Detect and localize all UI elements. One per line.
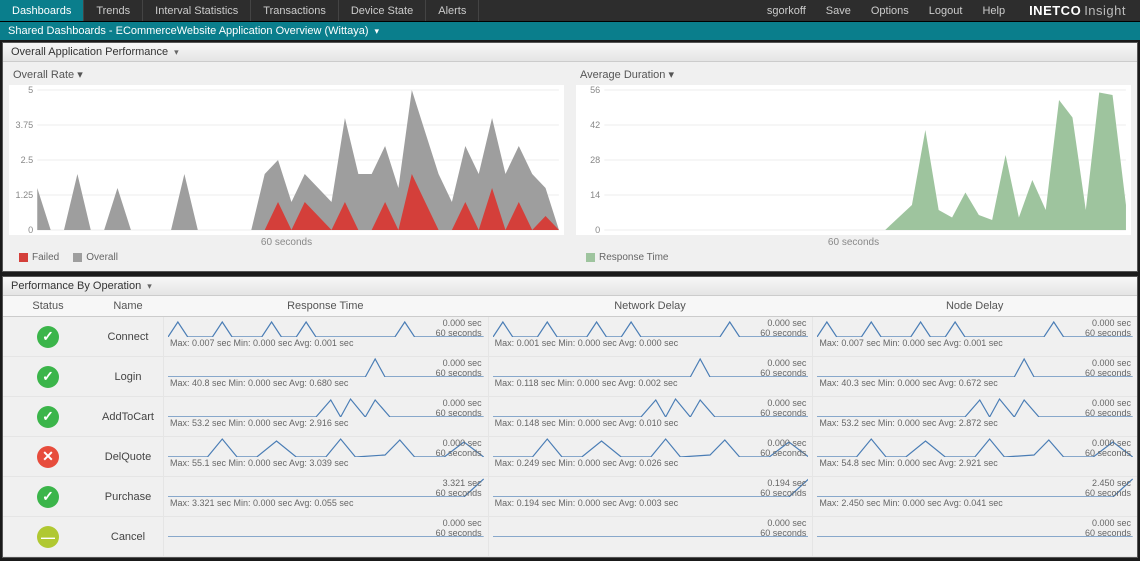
status-badge: ✕	[37, 446, 59, 468]
top-panel-title: Overall Application Performance	[11, 46, 168, 58]
bottom-panel-title: Performance By Operation	[11, 280, 141, 292]
status-badge: ✓	[37, 406, 59, 428]
legend-item: Failed	[19, 252, 59, 263]
operation-name: Login	[93, 357, 163, 396]
table-row: ✕ DelQuote0.000 sec60 secondsMax: 55.1 se…	[3, 437, 1137, 477]
breadcrumb: Shared Dashboards - ECommerceWebsite App…	[8, 25, 369, 37]
col-header-name: Name	[93, 296, 163, 316]
sparkline-cell[interactable]: 0.000 sec60 secondsMax: 0.118 sec Min: 0…	[488, 357, 813, 396]
chart-title[interactable]: Average Duration ▾	[576, 66, 1131, 85]
chart-title[interactable]: Overall Rate ▾	[9, 66, 564, 85]
sparkline-cell[interactable]: 0.000 sec60 secondsMax: 0.007 sec Min: 0…	[812, 317, 1137, 356]
sparkline-cell[interactable]: 0.000 sec60 secondsMax: 54.8 sec Min: 0.…	[812, 437, 1137, 476]
tab-transactions[interactable]: Transactions	[251, 0, 339, 21]
sparkline-cell[interactable]: 0.000 sec60 secondsMax: 0.007 sec Min: 0…	[163, 317, 488, 356]
svg-text:1.25: 1.25	[16, 190, 34, 200]
col-header-node-delay: Node Delay	[812, 296, 1137, 316]
svg-text:14: 14	[590, 190, 600, 200]
logo-main: INETCO	[1029, 3, 1081, 18]
table-row: ✓ Purchase3.321 sec60 secondsMax: 3.321 s…	[3, 477, 1137, 517]
logo-sub: Insight	[1084, 3, 1126, 18]
svg-text:5: 5	[28, 85, 33, 95]
operation-name: Cancel	[93, 517, 163, 556]
sparkline-cell[interactable]: 2.450 sec60 secondsMax: 2.450 sec Min: 0…	[812, 477, 1137, 516]
chevron-down-icon: ▾	[375, 26, 380, 37]
svg-text:0: 0	[28, 225, 33, 235]
sparkline-cell[interactable]: 0.000 sec60 secondsMax: 0.249 sec Min: 0…	[488, 437, 813, 476]
operation-name: DelQuote	[93, 437, 163, 476]
breadcrumb-bar[interactable]: Shared Dashboards - ECommerceWebsite App…	[0, 22, 1140, 40]
svg-text:42: 42	[590, 120, 600, 130]
legend-item: Overall	[73, 252, 118, 263]
sparkline-cell[interactable]: 0.000 sec60 secondsMax: 53.2 sec Min: 0.…	[163, 397, 488, 436]
operation-name: Connect	[93, 317, 163, 356]
tab-device-state[interactable]: Device State	[339, 0, 426, 21]
table-row: ✓Connect0.000 sec60 secondsMax: 0.007 se…	[3, 317, 1137, 357]
sparkline-cell[interactable]: 0.000 sec60 seconds	[812, 517, 1137, 556]
sparkline-cell[interactable]: 0.000 sec60 secondsMax: 40.8 sec Min: 0.…	[163, 357, 488, 396]
product-logo: INETCO Insight	[1015, 3, 1140, 18]
status-badge: —	[37, 526, 59, 548]
bottom-panel-header[interactable]: Performance By Operation ▾	[3, 277, 1137, 296]
tab-interval-statistics[interactable]: Interval Statistics	[143, 0, 251, 21]
sparkline-cell[interactable]: 0.000 sec60 secondsMax: 53.2 sec Min: 0.…	[812, 397, 1137, 436]
x-axis-label: 60 seconds	[9, 235, 564, 248]
sparkline-cell[interactable]: 0.000 sec60 secondsMax: 0.148 sec Min: 0…	[488, 397, 813, 436]
svg-text:3.75: 3.75	[16, 120, 34, 130]
status-badge: ✓	[37, 326, 59, 348]
status-badge: ✓	[37, 366, 59, 388]
topbar: DashboardsTrendsInterval StatisticsTrans…	[0, 0, 1140, 22]
sparkline-cell[interactable]: 0.000 sec60 seconds	[163, 517, 488, 556]
x-axis-label: 60 seconds	[576, 235, 1131, 248]
svg-text:28: 28	[590, 155, 600, 165]
options-button[interactable]: Options	[861, 1, 919, 21]
sparkline-cell[interactable]: 0.000 sec60 seconds	[488, 517, 813, 556]
col-header-response-time: Response Time	[163, 296, 488, 316]
sparkline-cell[interactable]: 0.194 sec60 secondsMax: 0.194 sec Min: 0…	[488, 477, 813, 516]
operation-name: Purchase	[93, 477, 163, 516]
svg-text:56: 56	[590, 85, 600, 95]
operation-name: AddToCart	[93, 397, 163, 436]
col-header-network-delay: Network Delay	[488, 296, 813, 316]
bottom-panel: Performance By Operation ▾ Status Name R…	[2, 276, 1138, 558]
chevron-down-icon: ▾	[77, 69, 83, 81]
tab-trends[interactable]: Trends	[84, 0, 143, 21]
legend-item: Response Time	[586, 252, 668, 263]
top-right-menu: sgorkoff SaveOptionsLogoutHelp INETCO In…	[757, 0, 1140, 21]
sparkline-cell[interactable]: 0.000 sec60 secondsMax: 40.3 sec Min: 0.…	[812, 357, 1137, 396]
table-row: ✓ Login0.000 sec60 secondsMax: 40.8 sec M…	[3, 357, 1137, 397]
average-duration-chart: Average Duration ▾ 014284256 60 seconds …	[570, 62, 1137, 271]
table-row: —Cancel0.000 sec60 seconds0.000 sec60 se…	[3, 517, 1137, 557]
help-button[interactable]: Help	[972, 1, 1015, 21]
sparkline-cell[interactable]: 3.321 sec60 secondsMax: 3.321 sec Min: 0…	[163, 477, 488, 516]
chevron-down-icon: ▾	[174, 47, 179, 58]
overall-rate-chart: Overall Rate ▾ 01.252.53.755 60 seconds …	[3, 62, 570, 271]
sparkline-cell[interactable]: 0.000 sec60 secondsMax: 0.001 sec Min: 0…	[488, 317, 813, 356]
chevron-down-icon: ▾	[668, 69, 674, 81]
username[interactable]: sgorkoff	[757, 1, 816, 21]
top-panel-header[interactable]: Overall Application Performance ▾	[3, 43, 1137, 62]
chevron-down-icon: ▾	[147, 281, 152, 292]
tab-dashboards[interactable]: Dashboards	[0, 0, 84, 21]
save-button[interactable]: Save	[816, 1, 861, 21]
col-header-status: Status	[3, 296, 93, 316]
main-tabs: DashboardsTrendsInterval StatisticsTrans…	[0, 0, 479, 21]
ops-table-header: Status Name Response Time Network Delay …	[3, 296, 1137, 317]
sparkline-cell[interactable]: 0.000 sec60 secondsMax: 55.1 sec Min: 0.…	[163, 437, 488, 476]
status-badge: ✓	[37, 486, 59, 508]
logout-button[interactable]: Logout	[919, 1, 973, 21]
svg-text:0: 0	[595, 225, 600, 235]
table-row: ✓AddToCart0.000 sec60 secondsMax: 53.2 s…	[3, 397, 1137, 437]
svg-text:2.5: 2.5	[21, 155, 34, 165]
tab-alerts[interactable]: Alerts	[426, 0, 479, 21]
top-panel: Overall Application Performance ▾ Overal…	[2, 42, 1138, 272]
